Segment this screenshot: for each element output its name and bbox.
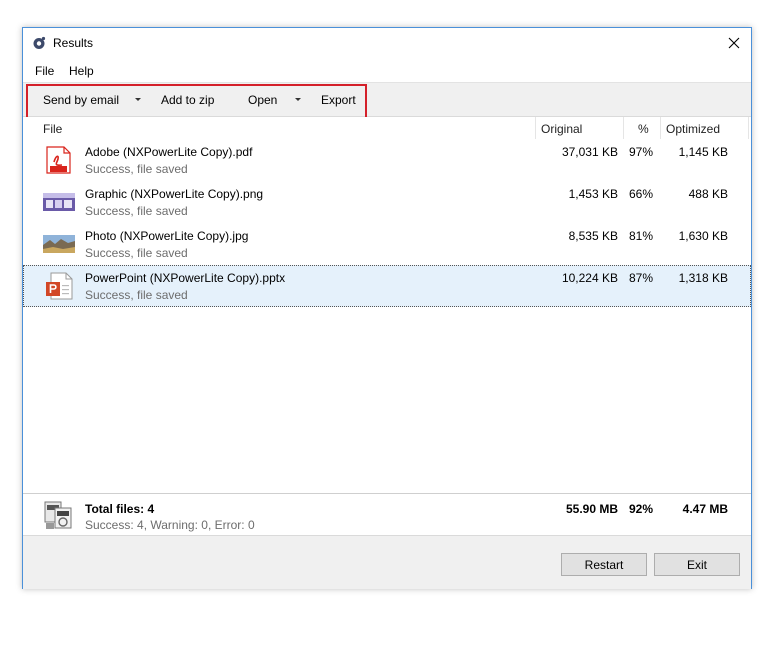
- exit-button[interactable]: Exit: [654, 553, 740, 576]
- menu-bar: File Help: [23, 58, 751, 82]
- pptx-file-icon: [46, 272, 73, 300]
- file-status: Success, file saved: [85, 204, 188, 218]
- totals-row: Total files: 4 Success: 4, Warning: 0, E…: [23, 493, 751, 535]
- reduction-percent: 87%: [628, 271, 653, 285]
- add-to-zip-button[interactable]: Add to zip: [161, 93, 214, 107]
- open-dropdown-icon[interactable]: [295, 98, 301, 101]
- jpg-thumbnail-icon: [43, 235, 75, 253]
- file-status: Success, file saved: [85, 288, 188, 302]
- column-divider[interactable]: [748, 117, 749, 139]
- png-thumbnail-icon: [43, 193, 75, 211]
- toolbar: Send by email Add to zip Open Export: [23, 82, 751, 119]
- file-row[interactable]: PowerPoint (NXPowerLite Copy).pptx Succe…: [23, 265, 751, 307]
- reduction-percent: 97%: [628, 145, 653, 159]
- export-button[interactable]: Export: [321, 93, 356, 107]
- send-by-email-dropdown-icon[interactable]: [135, 98, 141, 101]
- file-name: Adobe (NXPowerLite Copy).pdf: [85, 145, 253, 159]
- column-divider[interactable]: [660, 117, 661, 139]
- multiple-files-icon: [44, 501, 72, 529]
- close-icon: [728, 37, 740, 49]
- column-divider[interactable]: [535, 117, 536, 139]
- menu-help[interactable]: Help: [69, 64, 94, 78]
- total-optimized-size: 4.47 MB: [682, 502, 728, 516]
- footer: Restart Exit: [23, 535, 751, 589]
- column-file[interactable]: File: [43, 122, 62, 136]
- results-window: Results File Help Send by email Add to z…: [22, 27, 752, 589]
- optimized-size: 1,630 KB: [678, 229, 728, 243]
- totals-summary: Success: 4, Warning: 0, Error: 0: [85, 518, 255, 532]
- optimized-size: 1,318 KB: [678, 271, 728, 285]
- close-button[interactable]: [717, 28, 751, 58]
- optimized-size: 488 KB: [688, 187, 728, 201]
- original-size: 1,453 KB: [568, 187, 618, 201]
- file-row[interactable]: Photo (NXPowerLite Copy).jpg Success, fi…: [23, 223, 751, 265]
- window-title: Results: [53, 36, 94, 50]
- column-original[interactable]: Original: [541, 122, 582, 136]
- file-name: Photo (NXPowerLite Copy).jpg: [85, 229, 249, 243]
- total-reduction-percent: 92%: [628, 502, 653, 516]
- optimized-size: 1,145 KB: [678, 145, 728, 159]
- file-name: PowerPoint (NXPowerLite Copy).pptx: [85, 271, 286, 285]
- open-button[interactable]: Open: [248, 93, 277, 107]
- original-size: 8,535 KB: [568, 229, 618, 243]
- total-original-size: 55.90 MB: [565, 502, 618, 516]
- send-by-email-button[interactable]: Send by email: [43, 93, 119, 107]
- reduction-percent: 81%: [628, 229, 653, 243]
- file-name: Graphic (NXPowerLite Copy).png: [85, 187, 264, 201]
- app-logo-icon: [33, 36, 46, 49]
- title-bar: Results: [23, 28, 751, 58]
- file-status: Success, file saved: [85, 246, 188, 260]
- column-header: File Original % Optimized: [23, 117, 751, 139]
- reduction-percent: 66%: [628, 187, 653, 201]
- total-files-label: Total files: 4: [85, 502, 155, 516]
- original-size: 10,224 KB: [561, 271, 618, 285]
- original-size: 37,031 KB: [561, 145, 618, 159]
- file-row[interactable]: Adobe (NXPowerLite Copy).pdf Success, fi…: [23, 139, 751, 181]
- column-percent[interactable]: %: [638, 122, 649, 136]
- column-optimized[interactable]: Optimized: [666, 122, 720, 136]
- restart-button[interactable]: Restart: [561, 553, 647, 576]
- file-row[interactable]: Graphic (NXPowerLite Copy).png Success, …: [23, 181, 751, 223]
- file-status: Success, file saved: [85, 162, 188, 176]
- pdf-file-icon: [46, 146, 71, 174]
- menu-file[interactable]: File: [35, 64, 54, 78]
- column-divider[interactable]: [623, 117, 624, 139]
